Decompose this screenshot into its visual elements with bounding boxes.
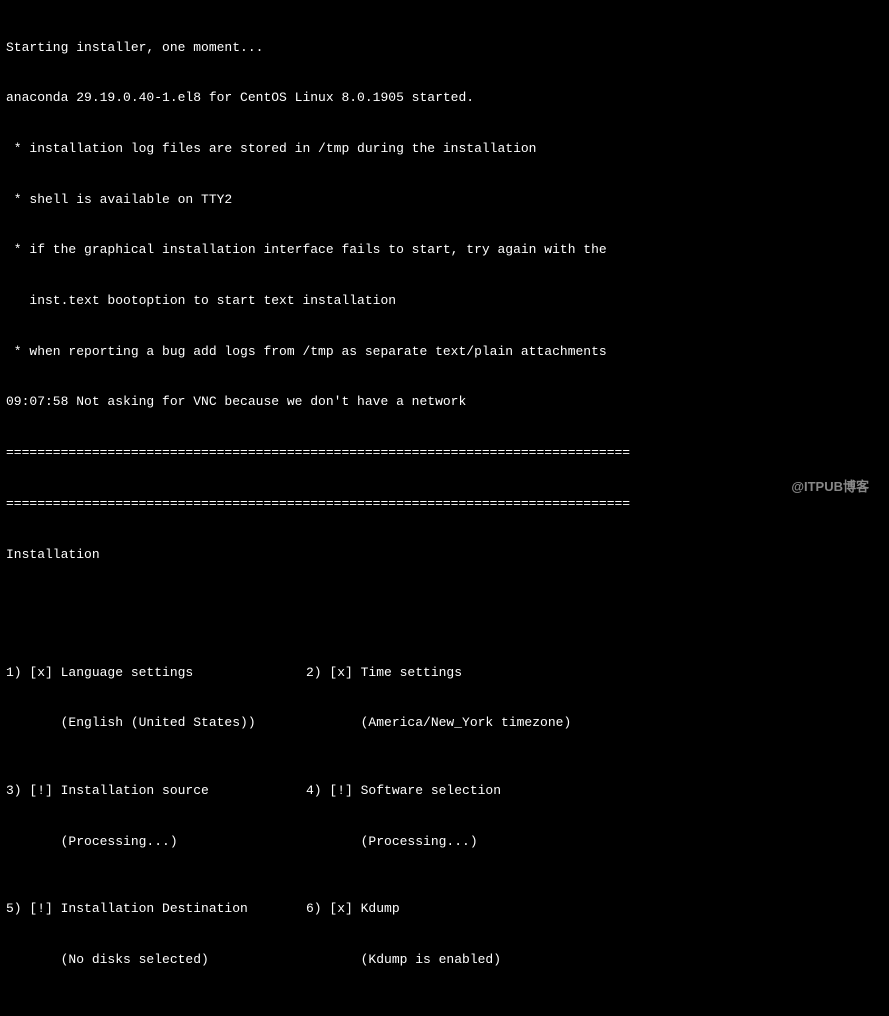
boot-bullet: * if the graphical installation interfac… bbox=[6, 242, 883, 259]
boot-line: anaconda 29.19.0.40-1.el8 for CentOS Lin… bbox=[6, 90, 883, 107]
terminal-screen[interactable]: Starting installer, one moment... anacon… bbox=[6, 6, 883, 1016]
menu-sub-kdump: (Kdump is enabled) bbox=[306, 952, 606, 969]
menu-item-time[interactable]: 2) [x] Time settings bbox=[306, 665, 606, 682]
menu-row: 3) [!] Installation source 4) [!] Softwa… bbox=[6, 783, 883, 800]
menu-sub-time: (America/New_York timezone) bbox=[306, 715, 606, 732]
watermark: @ITPUB博客 bbox=[791, 479, 869, 496]
menu-row-sub: (No disks selected) (Kdump is enabled) bbox=[6, 952, 883, 969]
menu-item-destination[interactable]: 5) [!] Installation Destination bbox=[6, 901, 306, 918]
boot-bullet-cont: inst.text bootoption to start text insta… bbox=[6, 293, 883, 310]
section-header: Installation bbox=[6, 547, 883, 564]
menu-item-install-source[interactable]: 3) [!] Installation source bbox=[6, 783, 306, 800]
separator: ========================================… bbox=[6, 496, 883, 513]
boot-bullet: * shell is available on TTY2 bbox=[6, 192, 883, 209]
blank-line bbox=[6, 597, 883, 614]
vnc-message: 09:07:58 Not asking for VNC because we d… bbox=[6, 394, 883, 411]
menu-row: 1) [x] Language settings 2) [x] Time set… bbox=[6, 665, 883, 682]
menu-sub-software: (Processing...) bbox=[306, 834, 606, 851]
menu-row-sub: (Processing...) (Processing...) bbox=[6, 834, 883, 851]
boot-line: Starting installer, one moment... bbox=[6, 40, 883, 57]
separator: ========================================… bbox=[6, 445, 883, 462]
menu-sub-install-source: (Processing...) bbox=[6, 834, 306, 851]
menu-row: 5) [!] Installation Destination 6) [x] K… bbox=[6, 901, 883, 918]
boot-bullet: * installation log files are stored in /… bbox=[6, 141, 883, 158]
menu-row-sub: (English (United States)) (America/New_Y… bbox=[6, 715, 883, 732]
menu-item-kdump[interactable]: 6) [x] Kdump bbox=[306, 901, 606, 918]
menu-item-language[interactable]: 1) [x] Language settings bbox=[6, 665, 306, 682]
menu-item-software[interactable]: 4) [!] Software selection bbox=[306, 783, 606, 800]
menu-sub-language: (English (United States)) bbox=[6, 715, 306, 732]
boot-bullet: * when reporting a bug add logs from /tm… bbox=[6, 344, 883, 361]
menu-sub-destination: (No disks selected) bbox=[6, 952, 306, 969]
